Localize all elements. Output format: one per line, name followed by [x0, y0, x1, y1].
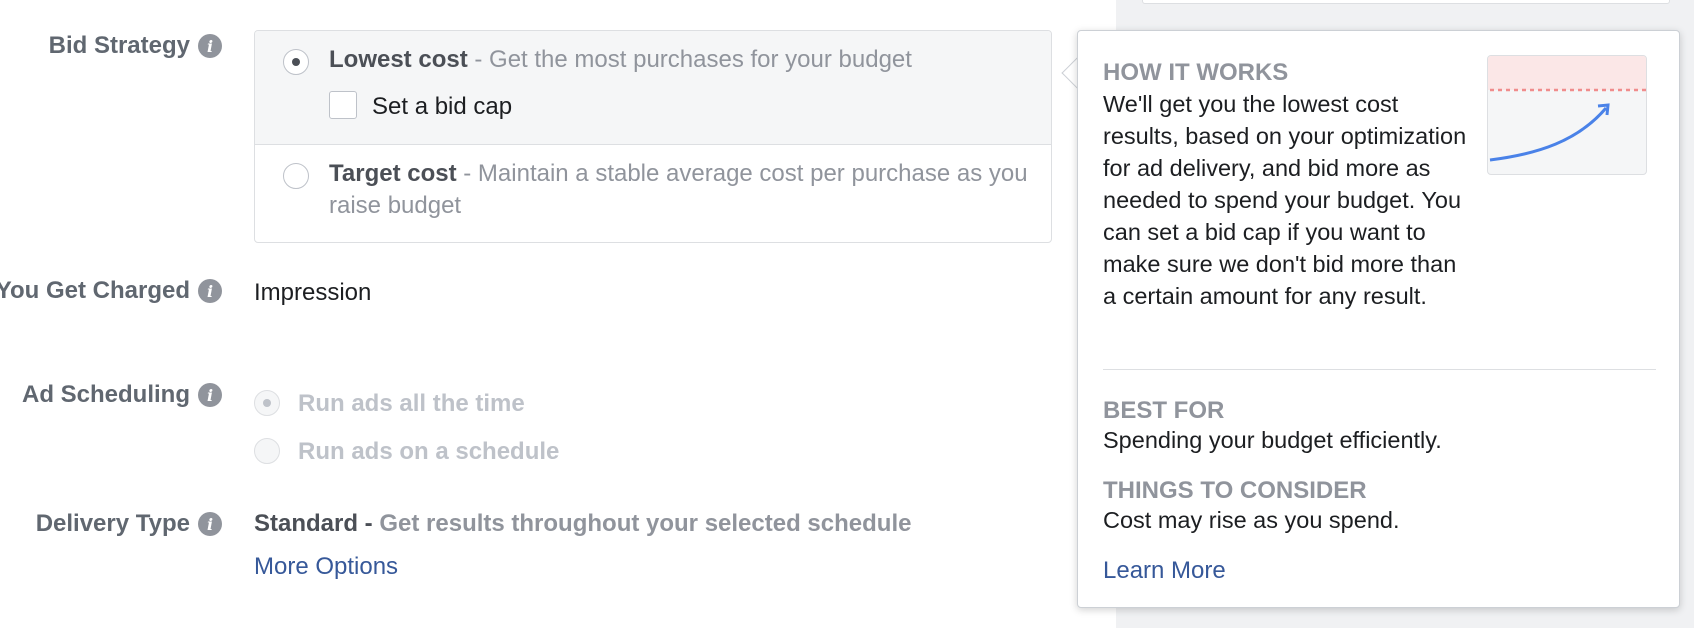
- how-it-works-body: We'll get you the lowest cost results, b…: [1103, 91, 1467, 309]
- learn-more-link[interactable]: Learn More: [1103, 557, 1226, 585]
- charged-label-text: You Get Charged: [0, 277, 190, 304]
- run-all-time-radio[interactable]: [254, 390, 280, 416]
- things-to-consider-heading: THINGS TO CONSIDER: [1103, 477, 1367, 504]
- info-icon[interactable]: i: [198, 383, 222, 407]
- scheduling-label: Ad Scheduling i: [0, 379, 222, 411]
- bid-option-lowest-cost[interactable]: Lowest cost - Get the most purchases for…: [255, 31, 1051, 145]
- run-on-schedule-label[interactable]: Run ads on a schedule: [298, 438, 559, 466]
- bid-strategy-options: Lowest cost - Get the most purchases for…: [254, 30, 1052, 243]
- things-to-consider-body: Cost may rise as you spend.: [1103, 507, 1400, 533]
- lowest-cost-text: Lowest cost - Get the most purchases for…: [329, 44, 912, 76]
- scheduling-label-text: Ad Scheduling: [22, 381, 190, 408]
- tooltip-divider: [1103, 369, 1656, 370]
- delivery-type-label: Delivery Type i: [0, 508, 222, 540]
- lowest-cost-radio[interactable]: [283, 49, 309, 75]
- delivery-type-value: Standard - Get results throughout your s…: [254, 510, 911, 538]
- charged-value: Impression: [254, 279, 372, 306]
- bid-cap-graph-icon: [1487, 55, 1647, 175]
- target-cost-radio[interactable]: [283, 163, 309, 189]
- more-options-link[interactable]: More Options: [254, 553, 398, 581]
- run-all-time-label[interactable]: Run ads all the time: [298, 390, 525, 418]
- lowest-cost-title: Lowest cost: [329, 46, 468, 73]
- info-icon[interactable]: i: [198, 512, 222, 536]
- run-on-schedule-radio[interactable]: [254, 438, 280, 464]
- delivery-desc: Get results throughout your selected sch…: [372, 510, 912, 537]
- right-panel-card: [1142, 0, 1670, 4]
- bid-cap-checkbox[interactable]: [329, 91, 357, 119]
- bid-strategy-label-text: Bid Strategy: [48, 32, 190, 59]
- bid-option-target-cost[interactable]: Target cost - Maintain a stable average …: [255, 145, 1051, 242]
- target-cost-title: Target cost: [329, 160, 457, 187]
- charged-label: You Get Charged i: [0, 275, 222, 307]
- bid-cap-label[interactable]: Set a bid cap: [372, 93, 512, 121]
- lowest-cost-desc: - Get the most purchases for your budget: [467, 46, 912, 73]
- info-icon[interactable]: i: [198, 34, 222, 58]
- bid-strategy-tooltip: HOW IT WORKS We'll get you the lowest co…: [1077, 30, 1680, 608]
- delivery-type-label-text: Delivery Type: [35, 510, 190, 537]
- info-icon[interactable]: i: [198, 279, 222, 303]
- best-for-heading: BEST FOR: [1103, 397, 1225, 424]
- delivery-standard: Standard -: [254, 510, 373, 537]
- bid-strategy-label: Bid Strategy i: [0, 30, 222, 62]
- how-it-works-heading: HOW IT WORKS: [1103, 59, 1289, 86]
- best-for-body: Spending your budget efficiently.: [1103, 427, 1442, 453]
- target-cost-text: Target cost - Maintain a stable average …: [329, 158, 1029, 222]
